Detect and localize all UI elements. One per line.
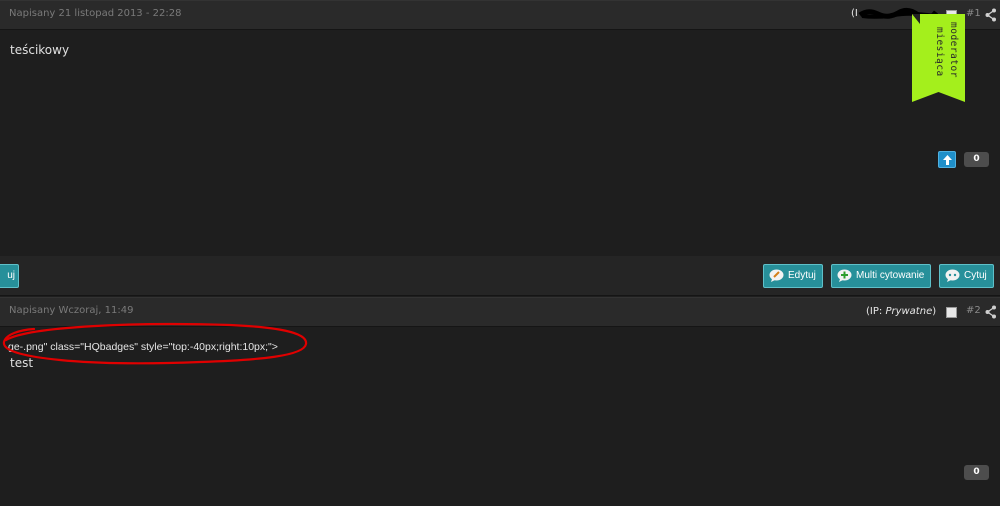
post-1-date: Napisany 21 listopad 2013 - 22:28 — [9, 8, 182, 19]
moderator-badge: moderator miesiąca — [912, 14, 965, 102]
edit-button[interactable]: Edytuj — [763, 264, 823, 288]
arrow-up-icon — [943, 155, 952, 165]
badge-line-1: moderator — [948, 22, 959, 78]
badge-label: moderator miesiąca — [912, 14, 965, 102]
post-1-content: teścikowy — [10, 43, 70, 57]
red-annotation-circle — [2, 322, 308, 365]
post-1-number[interactable]: #1 — [966, 8, 981, 19]
post-2-ip-value: Prywatne — [885, 306, 933, 317]
quote-button[interactable]: Cytuj — [939, 264, 994, 288]
post-1-footer: uj Edytuj Multi cytowanie Cytuj — [0, 256, 1000, 296]
post-2-rep-count: 0 — [964, 465, 989, 480]
edit-bubble-icon — [769, 269, 784, 282]
quote-button-label: Cytuj — [964, 270, 987, 281]
multiquote-button-label: Multi cytowanie — [856, 270, 925, 281]
post-1-header: Napisany 21 listopad 2013 - 22:28 (I #1 — [0, 0, 1000, 30]
post-2-ip-label: (IP: Prywatne) — [866, 306, 936, 317]
post-2-select-checkbox[interactable] — [946, 307, 957, 318]
post-2-number[interactable]: #2 — [966, 305, 981, 316]
post-2-ip-close: ) — [932, 306, 937, 317]
cut-off-button[interactable]: uj — [0, 264, 19, 288]
post-1-rep-up-button[interactable] — [938, 151, 956, 168]
edit-button-label: Edytuj — [788, 270, 816, 281]
badge-line-2: miesiąca — [934, 27, 945, 77]
multiquote-bubble-icon — [837, 269, 852, 282]
quote-bubble-icon — [945, 269, 960, 282]
post-1-ip-prefix: (I — [851, 8, 858, 19]
post-1-ip-label: (I — [851, 8, 858, 19]
post-1-rep-count: 0 — [964, 152, 989, 167]
post-1-share-icon[interactable] — [985, 8, 997, 22]
post-2-ip-prefix: (IP: — [866, 306, 886, 317]
multiquote-button[interactable]: Multi cytowanie — [831, 264, 932, 288]
post-2-share-icon[interactable] — [985, 305, 997, 319]
post-2-date: Napisany Wczoraj, 11:49 — [9, 305, 134, 316]
